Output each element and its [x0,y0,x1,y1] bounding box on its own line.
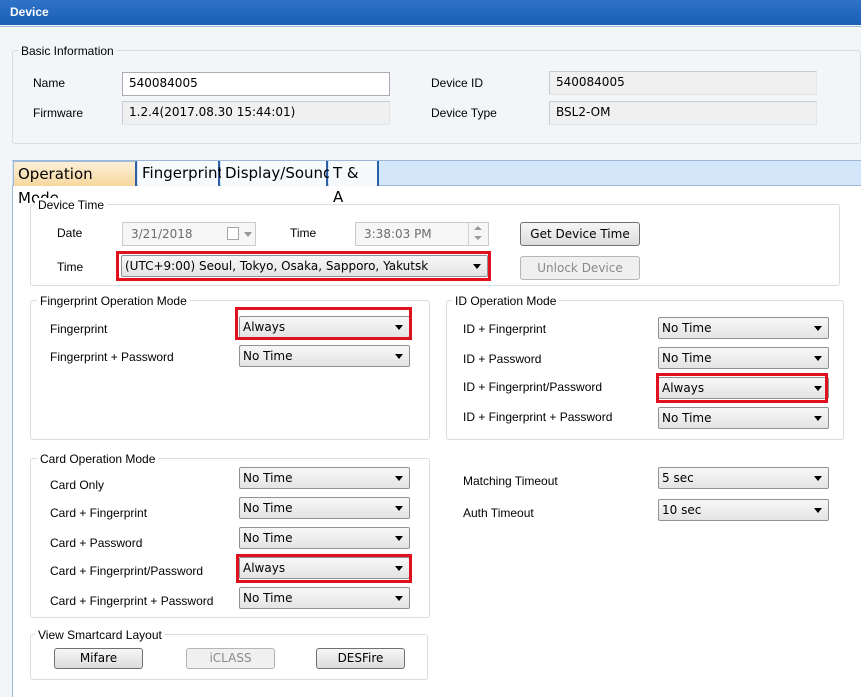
card-row-label: Card + Fingerprint [50,506,148,520]
card-only-select[interactable]: No Time [239,467,410,489]
fingerprint-operation-legend: Fingerprint Operation Mode [37,294,190,308]
spin-up-icon [474,226,482,230]
card-password-select[interactable]: No Time [239,527,410,549]
iclass-button: iCLASS [186,648,275,669]
timezone-value: (UTC+9:00) Seoul, Tokyo, Osaka, Sapporo,… [125,259,429,273]
fp-row-label: Fingerprint [50,322,108,336]
chevron-down-icon [814,386,822,391]
card-row-label: Card + Fingerprint + Password [50,594,214,608]
basic-information-group [12,50,861,144]
smartcard-layout-legend: View Smartcard Layout [35,628,165,642]
device-time-legend: Device Time [35,198,108,212]
auth-timeout-select[interactable]: 10 sec [658,499,829,521]
chevron-down-icon [395,476,403,481]
select-value: No Time [243,349,293,363]
id-fingerprint-or-password-select[interactable]: Always [658,377,829,399]
matching-timeout-select[interactable]: 5 sec [658,467,829,489]
date-picker: 3/21/2018 [122,222,256,246]
date-label: Date [57,226,83,240]
date-value: 3/21/2018 [131,227,193,241]
select-value: No Time [243,501,293,515]
calendar-icon [227,227,239,240]
spin-down-icon [474,236,482,240]
time-spinner [468,223,488,245]
chevron-down-icon [814,508,822,513]
matching-timeout-label: Matching Timeout [463,474,558,488]
chevron-down-icon [395,506,403,511]
unlock-device-button: Unlock Device [520,256,640,280]
card-operation-legend: Card Operation Mode [37,452,159,466]
desfire-button[interactable]: DESFire [316,648,405,669]
id-fingerprint-select[interactable]: No Time [658,317,829,339]
select-value: No Time [243,531,293,545]
id-row-label: ID + Fingerprint + Password [463,410,613,424]
id-password-select[interactable]: No Time [658,347,829,369]
select-value: Always [243,320,286,334]
tab-fingerprint[interactable]: Fingerprint [138,161,223,186]
basic-information-legend: Basic Information [18,44,117,58]
title-divider [0,26,861,27]
card-row-label: Card + Fingerprint/Password [50,564,204,578]
tab-display-sound[interactable]: Display/Sound [221,161,333,186]
id-row-label: ID + Fingerprint [463,322,547,336]
get-device-time-button[interactable]: Get Device Time [520,222,640,246]
chevron-down-icon [814,416,822,421]
chevron-down-icon [814,356,822,361]
firmware-value: 1.2.4(2017.08.30 15:44:01) [122,101,390,125]
chevron-down-icon [395,566,403,571]
select-value: No Time [243,591,293,605]
id-row-label: ID + Fingerprint/Password [463,380,603,394]
select-value: No Time [662,411,712,425]
time-label: Time [290,226,317,240]
select-value: 10 sec [662,503,702,517]
select-value: No Time [662,351,712,365]
chevron-down-icon [473,264,481,269]
card-fingerprint-or-password-select[interactable]: Always [239,557,410,579]
select-value: Always [243,561,286,575]
device-id-label: Device ID [431,76,484,90]
select-value: No Time [662,321,712,335]
name-input[interactable]: 540084005 [122,72,390,96]
fp-fingerprint-select[interactable]: Always [239,316,410,338]
timezone-label: Time [57,260,84,274]
select-value: No Time [243,471,293,485]
select-value: 5 sec [662,471,694,485]
chevron-down-icon [395,596,403,601]
time-picker: 3:38:03 PM [355,222,489,246]
fp-row-label: Fingerprint + Password [50,350,174,364]
id-operation-legend: ID Operation Mode [452,294,560,308]
timezone-select[interactable]: (UTC+9:00) Seoul, Tokyo, Osaka, Sapporo,… [121,255,488,277]
fp-fingerprint-password-select[interactable]: No Time [239,345,410,367]
name-label: Name [33,76,66,90]
card-fingerprint-select[interactable]: No Time [239,497,410,519]
chevron-down-icon [395,354,403,359]
chevron-down-icon [395,536,403,541]
device-type-label: Device Type [431,106,497,120]
card-fingerprint-and-password-select[interactable]: No Time [239,587,410,609]
card-row-label: Card Only [50,478,105,492]
tab-operation-mode[interactable]: Operation Mode [13,161,137,207]
window-title: Device [0,0,861,25]
select-value: Always [662,381,705,395]
auth-timeout-label: Auth Timeout [463,506,534,520]
chevron-down-icon [395,325,403,330]
device-type-value: BSL2-OM [549,101,817,125]
time-value: 3:38:03 PM [364,227,432,241]
chevron-down-icon [814,476,822,481]
mifare-button[interactable]: Mifare [54,648,143,669]
tab-t-and-a[interactable]: T & A [329,161,379,206]
id-row-label: ID + Password [463,352,542,366]
chevron-down-icon [244,232,252,237]
card-row-label: Card + Password [50,536,143,550]
chevron-down-icon [814,326,822,331]
id-fingerprint-and-password-select[interactable]: No Time [658,407,829,429]
firmware-label: Firmware [33,106,83,120]
device-id-value: 540084005 [549,71,817,95]
